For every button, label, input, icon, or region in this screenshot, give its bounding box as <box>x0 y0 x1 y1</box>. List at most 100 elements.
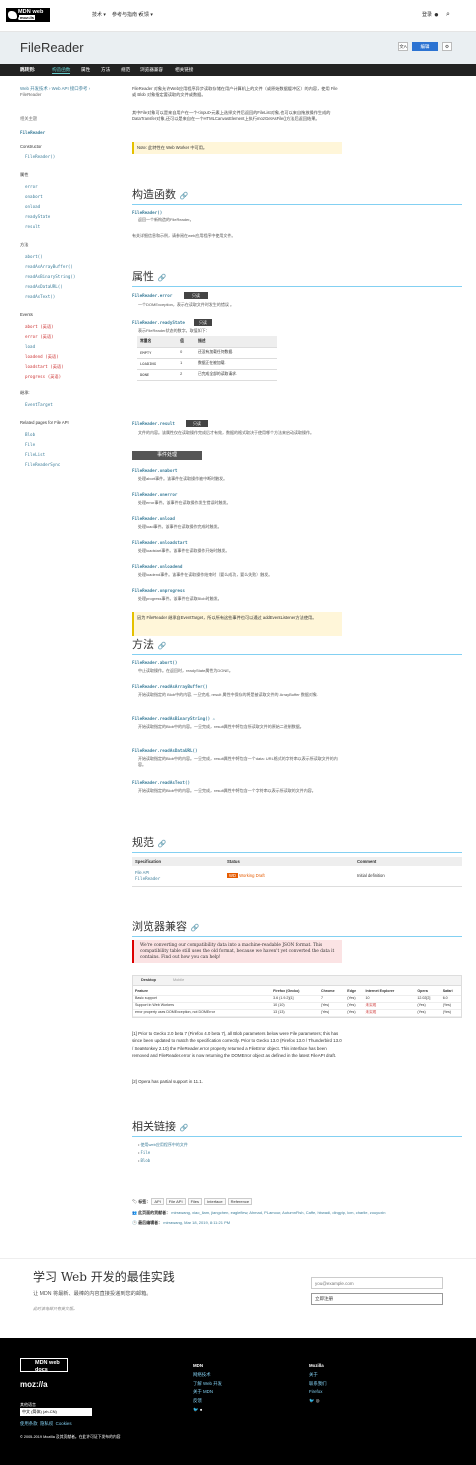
sidebar-related-item[interactable]: FileList <box>25 452 45 458</box>
crumb-web-tech[interactable]: Web 开发技术 › <box>20 86 50 91</box>
sidebar-prop[interactable]: result <box>25 224 40 230</box>
sidebar-methods-header[interactable]: 方法 <box>20 242 28 248</box>
clock-icon: 🕒 <box>132 1220 137 1225</box>
footer-link[interactable]: 使用条款 <box>20 1421 38 1426</box>
sidebar-prop[interactable]: onabort <box>25 194 43 200</box>
sidebar-method[interactable]: readAsArrayBuffer() <box>25 264 73 270</box>
sidebar-inherit-header[interactable]: 继承: <box>20 390 30 396</box>
method-name[interactable]: FileReader.readAsBinaryString() ⚠ <box>132 716 215 722</box>
nav-feedback[interactable]: 反馈 ▾ <box>139 12 153 19</box>
footer-link[interactable]: 网络技术 <box>193 1372 211 1377</box>
mdn-logo[interactable]: MDN web docs moz://a <box>6 8 50 22</box>
sidebar-event[interactable]: error (英语) <box>25 334 54 340</box>
tag[interactable]: Files <box>187 1198 203 1206</box>
sidebar-event[interactable]: progress (英语) <box>25 374 61 380</box>
event-desc: 处理abort事件。该事件在读取操作被中断时触发。 <box>138 476 228 481</box>
event-name[interactable]: FileReader.onprogress <box>132 588 185 594</box>
footer-link[interactable]: 了解 Web 开发 <box>193 1381 222 1386</box>
footer-link[interactable]: Firefox <box>309 1389 322 1394</box>
related-link[interactable]: Blob <box>141 1158 151 1163</box>
sidebar-method[interactable]: readAsBinaryString() <box>25 274 75 280</box>
section-heading-related: 相关链接 🔗 <box>132 1120 189 1133</box>
nav-references[interactable]: 参考与指南 ▾ <box>112 12 141 19</box>
edit-button[interactable]: 编辑 <box>412 42 438 51</box>
sidebar-root[interactable]: FileReader <box>20 130 45 136</box>
event-name[interactable]: FileReader.onloadstart <box>132 540 187 546</box>
footer-link[interactable]: 关于 MDN <box>193 1389 213 1394</box>
nav-technologies[interactable]: 技术 ▾ <box>92 12 106 19</box>
sidebar-event[interactable]: loadstart (英语) <box>25 364 64 370</box>
sidebar-inherit-item[interactable]: EventTarget <box>25 402 53 408</box>
sidebar-method[interactable]: readAsText() <box>25 294 55 300</box>
tab-mobile[interactable]: Mobile <box>173 978 184 983</box>
jump-related[interactable]: 相关链接 <box>175 67 193 73</box>
jump-properties[interactable]: 属性 <box>81 67 90 73</box>
footer-link[interactable]: 关于 <box>309 1372 318 1377</box>
search-icon[interactable]: ⌕ <box>446 10 450 19</box>
prop-name[interactable]: FileReader.error <box>132 293 172 299</box>
prop-name[interactable]: FileReader.readyState <box>132 320 185 326</box>
login-link[interactable]: 登录 <box>422 12 432 19</box>
jump-constructor[interactable]: 构造函数 <box>52 67 71 75</box>
twitter-icon[interactable]: 🐦 <box>309 1398 314 1403</box>
event-name[interactable]: FileReader.onerror <box>132 492 177 498</box>
footer-link[interactable]: 联系我们 <box>309 1381 327 1386</box>
sidebar-method[interactable]: readAsDataURL() <box>25 284 63 290</box>
crumb-web-api[interactable]: Web API 接口参考 › <box>52 86 90 91</box>
sidebar-event[interactable]: loadend (英语) <box>25 354 59 360</box>
jump-spec[interactable]: 规范 <box>121 67 130 73</box>
sidebar-prop[interactable]: error <box>25 184 38 190</box>
jump-methods[interactable]: 方法 <box>101 67 110 73</box>
event-name[interactable]: FileReader.onabort <box>132 468 177 474</box>
sidebar-events-header[interactable]: Events <box>20 312 33 318</box>
sidebar-prop[interactable]: onload <box>25 204 40 210</box>
footer-link[interactable]: 反馈 <box>193 1398 202 1403</box>
method-name[interactable]: FileReader.readAsArrayBuffer() <box>132 684 208 690</box>
instagram-icon[interactable]: ◎ <box>316 1398 320 1403</box>
language-button[interactable]: 文A <box>398 42 408 51</box>
link-icon: 🔗 <box>157 274 167 282</box>
tag[interactable]: Interface <box>204 1198 226 1206</box>
sidebar-related-header[interactable]: Related pages for File API <box>20 420 69 426</box>
sidebar-props-header[interactable]: 属性 <box>20 172 28 178</box>
method-name[interactable]: FileReader.abort() <box>132 660 177 666</box>
footer-link[interactable]: Cookies <box>56 1421 72 1426</box>
github-icon[interactable]: ● <box>200 1407 203 1412</box>
method-name[interactable]: FileReader.readAsDataURL() <box>132 748 198 754</box>
sidebar-event[interactable]: load <box>25 344 35 350</box>
event-name[interactable]: FileReader.onloadend <box>132 564 182 570</box>
footnote-1: [1] Prior to Gecko 2.0 beta 7 (Firefox 4… <box>132 1031 342 1059</box>
email-field[interactable] <box>311 1277 443 1289</box>
sidebar-ctor[interactable]: FileReader() <box>25 154 55 160</box>
event-desc: 处理load事件。该事件在读取操作完成时触发。 <box>138 524 222 529</box>
sidebar-constructor-header[interactable]: Constructor <box>20 144 42 150</box>
section-rule <box>132 654 462 655</box>
footer-link[interactable]: 隐私权 <box>40 1421 53 1426</box>
method-name[interactable]: FileReader.readAsText() <box>132 780 190 786</box>
sidebar-related-item[interactable]: File <box>25 442 35 448</box>
sidebar-prop[interactable]: readyState <box>25 214 50 220</box>
related-link[interactable]: File <box>141 1150 151 1155</box>
tag[interactable]: Reference <box>227 1198 253 1206</box>
event-name[interactable]: FileReader.onload <box>132 516 175 522</box>
sidebar-event[interactable]: abort (英语) <box>25 324 54 330</box>
related-link[interactable]: 使用web应用程序中的文件 <box>141 1142 188 1147</box>
tab-desktop[interactable]: Desktop <box>141 978 156 983</box>
footer-logo[interactable]: MDN web docs <box>20 1358 68 1373</box>
sidebar-method[interactable]: abort() <box>25 254 43 260</box>
signup-button[interactable]: 立即注册 <box>311 1293 443 1305</box>
tag[interactable]: API <box>151 1198 164 1206</box>
gear-icon[interactable]: ⚙ <box>442 42 452 51</box>
mozilla-logo[interactable]: moz://a <box>20 1380 48 1391</box>
tag[interactable]: File API <box>165 1198 186 1206</box>
jump-compat[interactable]: 浏览器兼容 <box>140 67 163 73</box>
github-icon[interactable]: ● <box>434 10 439 21</box>
sidebar-related-item[interactable]: Blob <box>25 432 35 438</box>
language-select[interactable]: 中文 (简体) (zh-CN) <box>20 1408 92 1416</box>
twitter-icon[interactable]: 🐦 <box>193 1407 198 1412</box>
sidebar-related-item[interactable]: FileReaderSync <box>25 462 60 468</box>
sidebar: 相关主题 FileReader Constructor FileReader()… <box>20 116 110 467</box>
spec-link[interactable]: File API <box>135 870 149 875</box>
prop-name[interactable]: FileReader.result <box>132 421 175 427</box>
ctor-name[interactable]: FileReader() <box>132 210 162 216</box>
